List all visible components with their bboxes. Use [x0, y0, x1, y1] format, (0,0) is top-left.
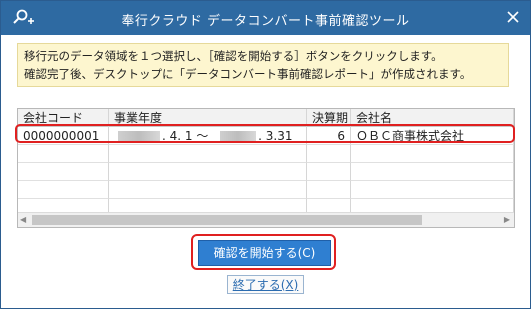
window-title: 奉行クラウド データコンバート事前確認ツール [121, 14, 410, 29]
instruction-line-1: 移行元のデータ領域を１つ選択し、［確認を開始する］ボタンをクリックします。 [24, 49, 443, 63]
instruction-panel: 移行元のデータ領域を１つ選択し、［確認を開始する］ボタンをクリックします。 確認… [17, 43, 509, 87]
scroll-right-icon[interactable]: ▶ [504, 215, 510, 224]
app-window: 奉行クラウド データコンバート事前確認ツール 移行元のデータ領域を１つ選択し、［… [0, 0, 531, 309]
scrollbar-thumb[interactable] [32, 215, 422, 225]
start-check-button[interactable]: 確認を開始する(C) [198, 240, 331, 266]
horizontal-scrollbar[interactable]: ◀ ▶ [18, 212, 514, 227]
scroll-left-icon[interactable]: ◀ [20, 215, 26, 224]
exit-button[interactable]: 終了する(X) [227, 275, 304, 294]
close-button[interactable] [502, 6, 524, 28]
empty-row [18, 181, 514, 199]
empty-row [18, 163, 514, 181]
instruction-line-2: 確認完了後、デスクトップに「データコンバート事前確認レポート」が作成されます。 [24, 67, 472, 81]
confirm-button-highlight: 確認を開始する(C) [191, 234, 336, 270]
close-icon [507, 11, 519, 23]
title-bar: 奉行クラウド データコンバート事前確認ツール [1, 1, 530, 35]
selected-row-highlight [15, 124, 515, 143]
empty-row [18, 145, 514, 163]
